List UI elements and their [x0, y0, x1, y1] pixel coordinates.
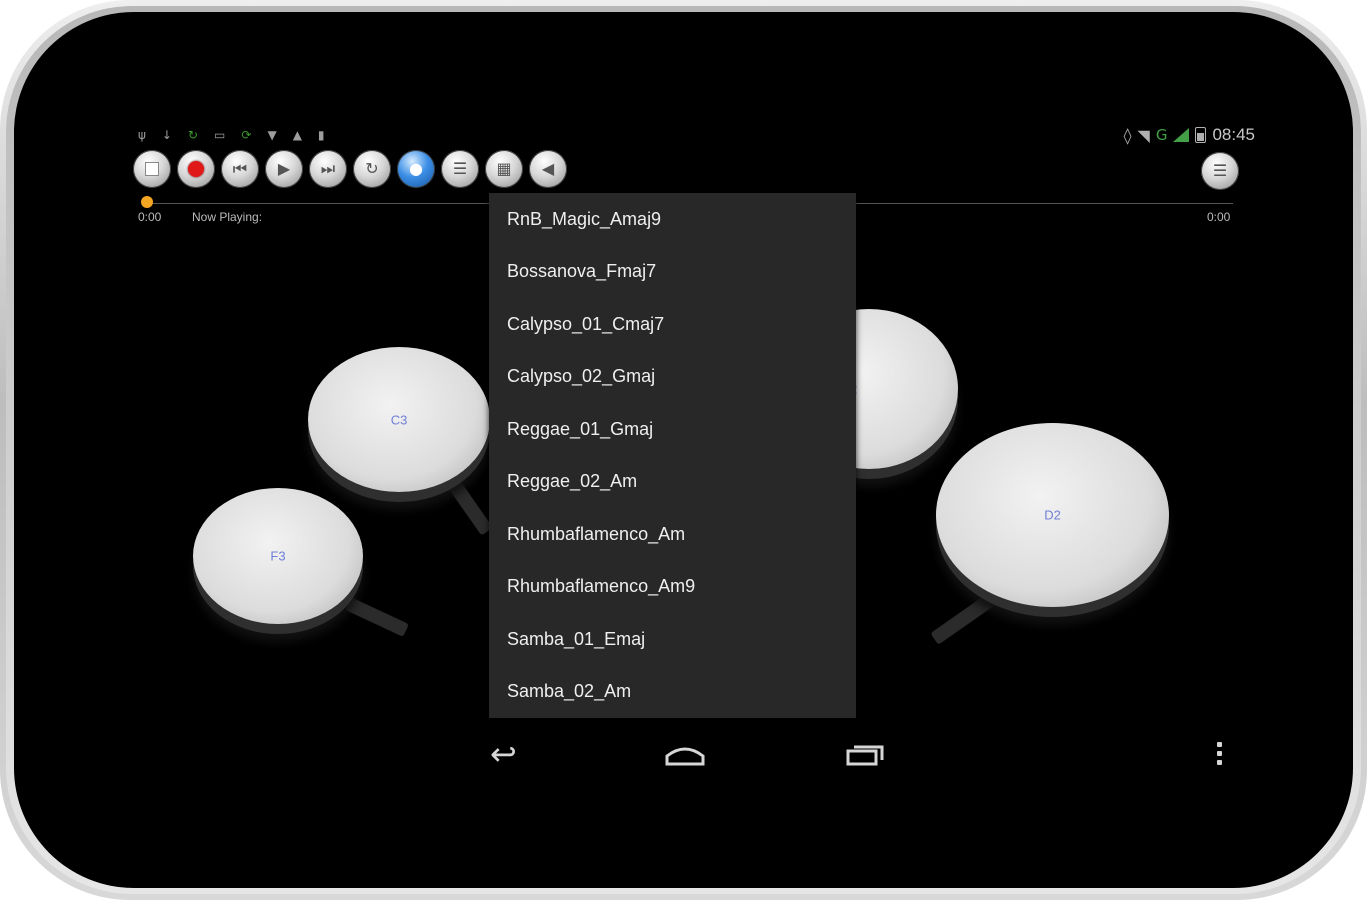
- next-button[interactable]: ⏭: [309, 150, 347, 188]
- play-button[interactable]: ▶: [265, 150, 303, 188]
- dropdown-item[interactable]: RnB_Magic_Amaj9: [489, 193, 856, 246]
- status-bar-left: ψ ↓ ↻ ▭ ⟳ ▼ ▲ ▮: [138, 128, 325, 142]
- navigation-bar: ↩: [0, 734, 1367, 774]
- drum-label-partial: 2: [850, 382, 958, 397]
- dropdown-item[interactable]: Samba_01_Emaj: [489, 613, 856, 666]
- drum-c3[interactable]: C3: [308, 347, 490, 492]
- warning-icon: ▲: [292, 128, 302, 142]
- recent-apps-icon[interactable]: [846, 744, 884, 766]
- drum-label-f3: F3: [270, 548, 286, 564]
- repeat-icon: ↻: [365, 159, 379, 178]
- wifi-icon: ◥: [1137, 125, 1150, 145]
- clipboard-icon: ▮: [317, 128, 325, 142]
- drum-label-c3: C3: [390, 412, 408, 427]
- signal-icon: [1173, 128, 1190, 142]
- player-controls: ⏮ ▶ ⏭ ↻ ● ☰ ▦ ◀: [133, 150, 567, 188]
- record-button[interactable]: [177, 150, 215, 188]
- battery-icon: [1195, 127, 1207, 143]
- download-icon: ↓: [161, 128, 172, 142]
- rhythm-dropdown: RnB_Magic_Amaj9 Bossanova_Fmaj7 Calypso_…: [489, 193, 856, 718]
- overflow-dot: [1216, 742, 1222, 747]
- profile-button[interactable]: ●: [397, 150, 435, 188]
- speaker-icon: ◀: [541, 159, 555, 178]
- dropdown-item[interactable]: Reggae_01_Gmaj: [489, 403, 856, 456]
- refresh-icon: ↻: [187, 128, 199, 142]
- stop-icon: [145, 162, 159, 176]
- dropdown-item[interactable]: Samba_02_Am: [489, 666, 856, 719]
- status-bar-right: ◊ ◥ G 08:45: [1124, 125, 1255, 145]
- time-total: 0:00: [1207, 210, 1231, 224]
- playlist-button[interactable]: ☰: [441, 150, 479, 188]
- vibrate-icon: ◊: [1123, 125, 1132, 145]
- menu-icon: ☰: [1212, 161, 1228, 180]
- back-icon[interactable]: ↩: [490, 734, 517, 774]
- network-type: G: [1155, 126, 1168, 144]
- dropdown-item[interactable]: Rhumbaflamenco_Am: [489, 508, 856, 561]
- shield-icon: ▼: [267, 128, 277, 142]
- overflow-dot: [1216, 751, 1222, 756]
- volume-button[interactable]: ◀: [529, 150, 567, 188]
- dropdown-item[interactable]: Rhumbaflamenco_Am9: [489, 561, 856, 614]
- dropdown-item[interactable]: Calypso_02_Gmaj: [489, 351, 856, 404]
- usb-icon: ψ: [138, 128, 146, 142]
- previous-button[interactable]: ⏮: [221, 150, 259, 188]
- drum-label-d2: D2: [1044, 507, 1061, 523]
- stop-button[interactable]: [133, 150, 171, 188]
- sync-icon: ⟳: [241, 128, 252, 142]
- drum-d2[interactable]: D2: [936, 423, 1169, 607]
- status-clock: 08:45: [1212, 125, 1255, 144]
- seek-knob[interactable]: [141, 196, 153, 208]
- previous-icon: ⏮: [232, 159, 248, 178]
- record-icon: [188, 161, 204, 177]
- overflow-dot: [1216, 760, 1222, 765]
- next-icon: ⏭: [320, 159, 336, 178]
- dropdown-item[interactable]: Bossanova_Fmaj7: [489, 246, 856, 299]
- dropdown-item[interactable]: Reggae_02_Am: [489, 456, 856, 509]
- settings-menu-button[interactable]: ☰: [1201, 152, 1239, 190]
- time-elapsed: 0:00: [138, 210, 162, 224]
- home-icon[interactable]: [665, 744, 705, 766]
- keyboard-button[interactable]: ▦: [485, 150, 523, 188]
- repeat-button[interactable]: ↻: [353, 150, 391, 188]
- now-playing-label: Now Playing:: [192, 210, 263, 224]
- overflow-menu-icon[interactable]: [1210, 742, 1228, 770]
- sd-card-icon: ▭: [214, 128, 226, 142]
- keyboard-icon: ▦: [496, 159, 512, 178]
- drum-f3[interactable]: F3: [193, 488, 363, 624]
- dropdown-item[interactable]: Calypso_01_Cmaj7: [489, 298, 856, 351]
- play-icon: ▶: [277, 159, 291, 178]
- list-icon: ☰: [452, 159, 468, 178]
- person-icon: ●: [409, 159, 423, 178]
